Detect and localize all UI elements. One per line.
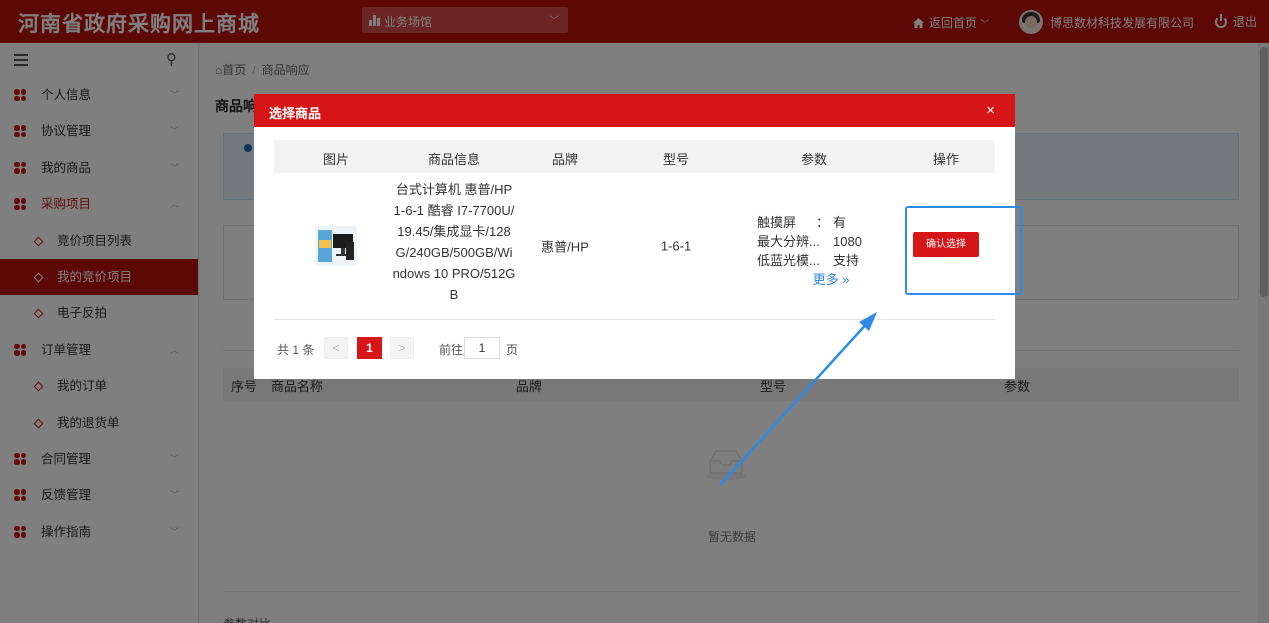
next-page-button[interactable]: >	[390, 337, 414, 359]
highlight-box	[905, 206, 1022, 295]
col-header-brand: 品牌	[551, 152, 579, 167]
param-value: 1080	[833, 234, 862, 249]
product-model: 1-6-1	[660, 238, 692, 254]
param-key: 低蓝光模...	[757, 253, 820, 268]
col-header-info: 商品信息	[427, 152, 481, 167]
param-value: 有	[833, 215, 847, 230]
modal-table-header: 图片 商品信息 品牌 型号 参数 操作	[274, 140, 995, 173]
param-key: 触摸屏	[757, 215, 797, 230]
more-link[interactable]: 更多 »	[757, 270, 867, 289]
param-item: 最大分辨... 1080	[757, 232, 867, 251]
col-header-model: 型号	[662, 152, 690, 167]
col-header-image: 图片	[322, 152, 350, 167]
col-header-action: 操作	[932, 152, 960, 167]
modal-title: 选择商品	[269, 106, 322, 121]
page-unit-label: 页	[506, 343, 519, 357]
goto-label: 前往	[439, 343, 464, 357]
pagination-total: 共 1 条	[277, 343, 315, 357]
product-params: 触摸屏 ：有 最大分辨... 1080 低蓝光模... 支持 更多 »	[757, 213, 867, 289]
product-brand: 惠普/HP	[541, 239, 589, 255]
prev-page-button[interactable]: <	[324, 337, 348, 359]
param-item: 触摸屏 ：有	[757, 213, 867, 232]
param-sep: ：	[816, 215, 830, 230]
col-header-params: 参数	[800, 152, 828, 167]
page-jump-input[interactable]: 1	[464, 337, 500, 359]
param-item: 低蓝光模... 支持	[757, 251, 867, 270]
select-product-modal: 选择商品 × 图片 商品信息 品牌 型号 参数 操作 台式计算机 惠普/HP 1…	[254, 94, 1022, 379]
product-info: 台式计算机 惠普/HP 1-6-1 酷睿 I7-7700U/19.45/集成显卡…	[392, 182, 516, 302]
close-icon[interactable]: ×	[986, 102, 995, 119]
page-1-button[interactable]: 1	[357, 337, 382, 359]
modal-header: 选择商品 ×	[254, 94, 1015, 127]
table-row: 台式计算机 惠普/HP 1-6-1 酷睿 I7-7700U/19.45/集成显卡…	[274, 173, 1022, 320]
param-key: 最大分辨...	[757, 234, 820, 249]
product-image[interactable]	[315, 226, 357, 266]
param-value: 支持	[833, 253, 860, 268]
